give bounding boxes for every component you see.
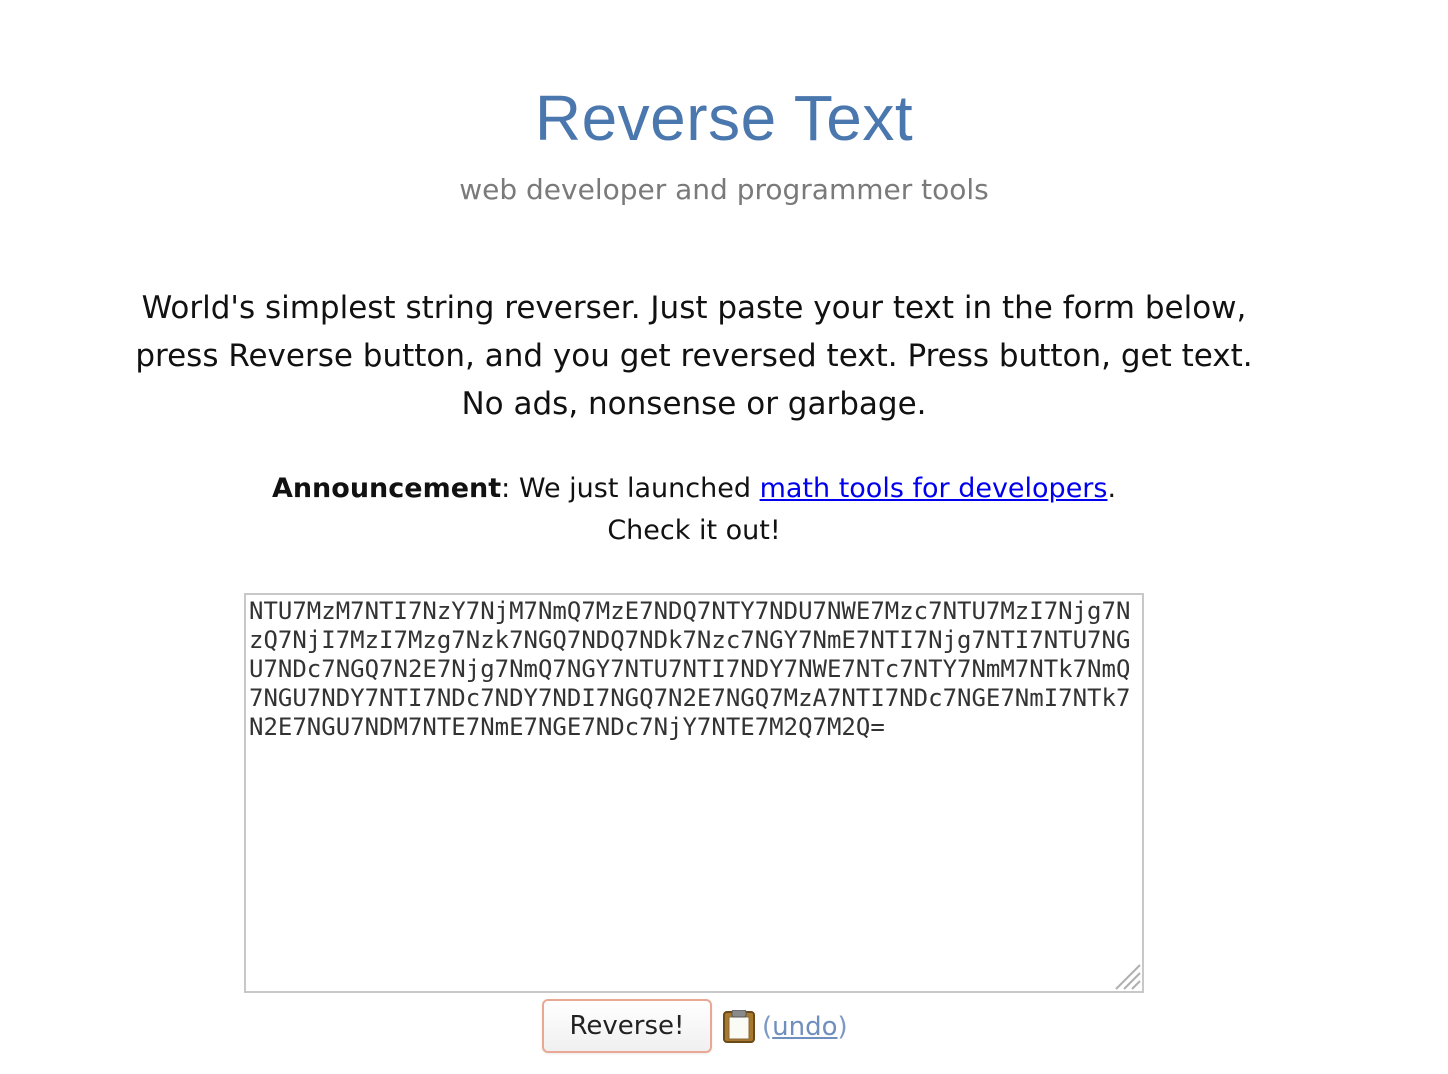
page-title: Reverse Text <box>534 82 914 154</box>
undo-link[interactable]: undo <box>772 1012 837 1042</box>
clipboard-icon[interactable] <box>722 1010 756 1044</box>
page: Reverse Text web developer and programme… <box>0 0 1448 1074</box>
text-input-area[interactable] <box>244 593 1144 993</box>
controls-bar: Reverse! (undo) <box>0 999 1448 1053</box>
undo-paren-close: ) <box>837 1012 848 1042</box>
announcement: Announcement: We just launched math tool… <box>240 468 1148 552</box>
announcement-text-before: : We just launched <box>501 473 760 504</box>
page-subtitle: web developer and programmer tools <box>459 173 989 206</box>
undo-paren-open: ( <box>762 1012 773 1042</box>
math-tools-link[interactable]: math tools for developers <box>760 473 1108 504</box>
resize-grip-icon[interactable] <box>1112 961 1142 991</box>
reverse-button[interactable]: Reverse! <box>542 999 712 1053</box>
intro-text: World's simplest string reverser. Just p… <box>135 290 1253 422</box>
undo-control: (undo) <box>762 1007 848 1047</box>
announcement-label: Announcement <box>271 473 502 504</box>
